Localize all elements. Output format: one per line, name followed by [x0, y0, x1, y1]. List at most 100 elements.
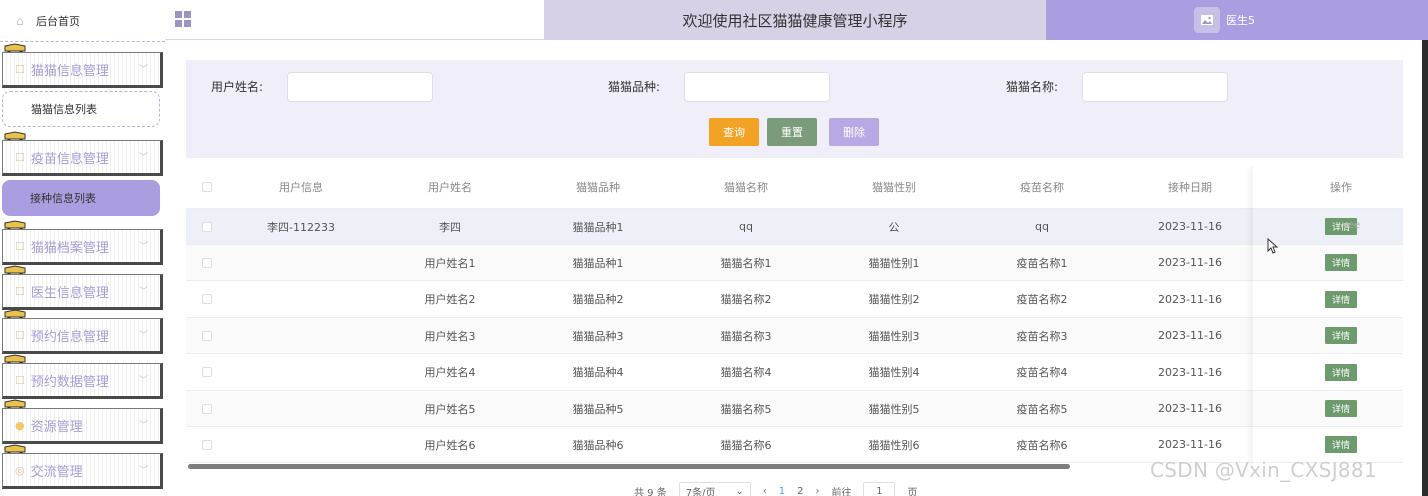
reset-button[interactable]: 重置	[767, 118, 817, 146]
sidebar-item-cat-list[interactable]: 猫猫信息列表	[2, 91, 160, 127]
query-button[interactable]: 查询	[709, 118, 759, 146]
cell-vaccine: 疫苗名称4	[1016, 366, 1068, 380]
cell-vaccine: qq	[1035, 220, 1049, 233]
sidebar-group-resources[interactable]: ● 资源管理 ﹀	[2, 408, 163, 444]
cell-cat-name: qq	[739, 220, 753, 233]
sidebar: ⌂ 后台首页 ☐ 猫猫信息管理 ﹀ 猫猫信息列表 ☐ 疫苗信息管理 ﹀ 接种信息…	[0, 0, 165, 496]
row-checkbox[interactable]	[202, 330, 212, 341]
cell-gender: 猫猫性别5	[868, 402, 920, 416]
sidebar-group-cat-archive[interactable]: ☐ 猫猫档案管理 ﹀	[2, 229, 163, 265]
cell-cat-name: 猫猫名称3	[720, 329, 772, 343]
cell-user-info	[226, 318, 376, 353]
delete-button[interactable]: 删除	[829, 118, 879, 146]
row-checkbox[interactable]	[202, 439, 212, 450]
top-bar: 欢迎使用社区猫猫健康管理小程序 医生5	[165, 0, 1428, 40]
cell-breed: 猫猫品种3	[572, 329, 624, 343]
image-icon	[1201, 15, 1213, 25]
cell-date: 2023-11-16	[1158, 292, 1222, 306]
sidebar-home-label: 后台首页	[36, 14, 80, 28]
next-page-button[interactable]: ›	[815, 486, 819, 496]
row-checkbox[interactable]	[202, 294, 212, 305]
user-name: 医生5	[1226, 14, 1255, 27]
col-header-vaccine[interactable]: 疫苗名称	[968, 166, 1116, 208]
sidebar-group-label: 疫苗信息管理	[30, 151, 109, 167]
sidebar-group-label: 预约信息管理	[30, 329, 109, 345]
window-edge	[1422, 40, 1428, 496]
cell-user-name: 用户姓名3	[424, 329, 476, 343]
watermark: CSDN @Vxin_CXSJ881	[1150, 458, 1377, 482]
sidebar-item-label: 接种信息列表	[30, 192, 96, 205]
table-row[interactable]: 李四-112233 李四 猫猫品种1 qq 公 qq 2023-11-16 详情 vee	[186, 209, 1403, 245]
prev-page-button[interactable]: ‹	[763, 486, 767, 496]
cell-cat-name: 猫猫名称2	[720, 293, 772, 307]
cell-breed: 猫猫品种4	[572, 366, 624, 380]
pin-icon: ●	[15, 418, 25, 432]
col-header-user-info[interactable]: 用户信息	[226, 166, 376, 208]
chevron-down-icon: ⌄	[735, 485, 744, 496]
chevron-down-icon: ﹀	[138, 421, 148, 431]
cell-breed: 猫猫品种6	[572, 438, 624, 452]
sidebar-group-cat-info[interactable]: ☐ 猫猫信息管理 ﹀	[2, 52, 163, 88]
row-checkbox[interactable]	[202, 403, 212, 414]
goto-suffix: 页	[907, 487, 918, 496]
table-row[interactable]: 用户姓名1 猫猫品种1 猫猫名称1 猫猫性别1 疫苗名称1 2023-11-16 详情	[186, 245, 1403, 282]
table-row[interactable]: 用户姓名3 猫猫品种3 猫猫名称3 猫猫性别3 疫苗名称3 2023-11-16 详情	[186, 318, 1403, 355]
sidebar-group-vaccine-info[interactable]: ☐ 疫苗信息管理 ﹀	[2, 140, 163, 176]
breed-label: 猫猫品种:	[608, 80, 661, 94]
page-1[interactable]: 1	[779, 486, 785, 496]
select-all-checkbox[interactable]	[202, 182, 212, 192]
user-menu[interactable]: 医生5	[1046, 0, 1428, 40]
cell-date: 2023-11-16	[1158, 402, 1222, 415]
table-row[interactable]: 用户姓名4 猫猫品种4 猫猫名称4 猫猫性别4 疫苗名称4 2023-11-16 详情	[186, 355, 1403, 391]
row-checkbox[interactable]	[202, 257, 212, 268]
page-2[interactable]: 2	[797, 486, 803, 496]
sidebar-group-label: 交流管理	[30, 464, 83, 480]
fixed-action-column	[1253, 166, 1403, 468]
page-size-select[interactable]: 7条/页 ⌄	[678, 482, 751, 496]
sidebar-group-label: 资源管理	[30, 419, 83, 435]
col-header-user-name[interactable]: 用户姓名	[376, 166, 524, 208]
col-header-gender[interactable]: 猫猫性别	[820, 166, 968, 208]
document-icon: ☐	[15, 150, 25, 164]
sidebar-group-label: 猫猫档案管理	[30, 240, 109, 256]
cell-gender: 猫猫性别6	[868, 438, 920, 452]
sidebar-group-appointment-info[interactable]: ☐ 预约信息管理 ﹀	[2, 318, 163, 354]
cell-user-name: 用户姓名5	[424, 402, 476, 416]
col-header-cat-name[interactable]: 猫猫名称	[672, 166, 820, 208]
cell-user-info	[226, 245, 376, 280]
horizontal-scrollbar[interactable]	[188, 464, 1070, 469]
cell-date: 2023-11-16	[1158, 329, 1222, 343]
table-row[interactable]: 用户姓名5 猫猫品种5 猫猫名称5 猫猫性别5 疫苗名称5 2023-11-16 详情	[186, 391, 1403, 427]
row-checkbox[interactable]	[202, 367, 212, 378]
col-header-date[interactable]: 接种日期	[1116, 166, 1264, 208]
cell-gender: 猫猫性别1	[868, 256, 920, 270]
cell-vaccine: 疫苗名称2	[1016, 293, 1068, 307]
goto-page-input[interactable]: 1	[863, 482, 896, 496]
sidebar-item-vaccination-list[interactable]: 接种信息列表	[2, 180, 160, 216]
cat-name-input[interactable]	[1082, 72, 1228, 102]
table-row[interactable]: 用户姓名2 猫猫品种2 猫猫名称2 猫猫性别2 疫苗名称2 2023-11-16 详情	[186, 282, 1403, 318]
cell-gender: 猫猫性别4	[868, 366, 920, 380]
grid-menu-icon[interactable]	[175, 11, 191, 27]
sidebar-group-label: 预约数据管理	[30, 374, 109, 390]
sidebar-group-communication[interactable]: ◎ 交流管理 ﹀	[2, 453, 163, 489]
row-checkbox[interactable]	[202, 221, 212, 232]
cell-breed: 猫猫品种5	[572, 402, 624, 416]
mouse-cursor-icon	[1267, 238, 1279, 254]
user-name-input[interactable]	[287, 72, 433, 102]
cell-user-info: 李四-112233	[267, 220, 335, 234]
sidebar-group-doctor-info[interactable]: ☐ 医生信息管理 ﹀	[2, 274, 163, 310]
goto-prefix: 前往	[831, 487, 852, 496]
sidebar-group-appointment-data[interactable]: ☐ 预约数据管理 ﹀	[2, 363, 163, 399]
sidebar-item-home[interactable]: ⌂ 后台首页	[0, 0, 165, 42]
breed-input[interactable]	[684, 72, 830, 102]
document-icon: ☐	[15, 373, 25, 387]
cell-user-name: 用户姓名4	[424, 366, 476, 380]
document-icon: ☐	[15, 284, 25, 298]
chevron-down-icon: ﹀	[138, 153, 148, 163]
col-header-breed[interactable]: 猫猫品种	[524, 166, 672, 208]
chevron-down-icon: ﹀	[138, 65, 148, 75]
cell-vaccine: 疫苗名称6	[1016, 438, 1068, 452]
chevron-down-icon: ﹀	[138, 376, 148, 386]
chevron-down-icon: ﹀	[138, 242, 148, 252]
